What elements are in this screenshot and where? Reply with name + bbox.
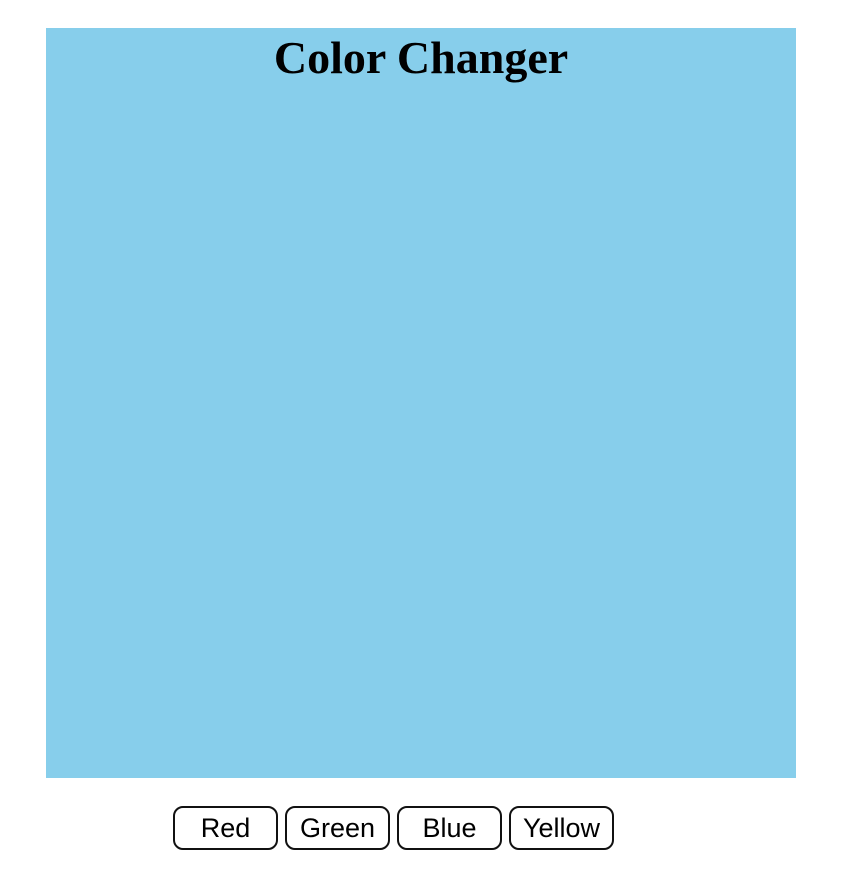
- red-button[interactable]: Red: [173, 806, 278, 850]
- yellow-button[interactable]: Yellow: [509, 806, 614, 850]
- page-title: Color Changer: [273, 32, 569, 83]
- blue-button[interactable]: Blue: [397, 806, 502, 850]
- green-button[interactable]: Green: [285, 806, 390, 850]
- color-button-row: Red Green Blue Yellow: [173, 806, 614, 850]
- color-display-panel: Color Changer: [46, 28, 796, 778]
